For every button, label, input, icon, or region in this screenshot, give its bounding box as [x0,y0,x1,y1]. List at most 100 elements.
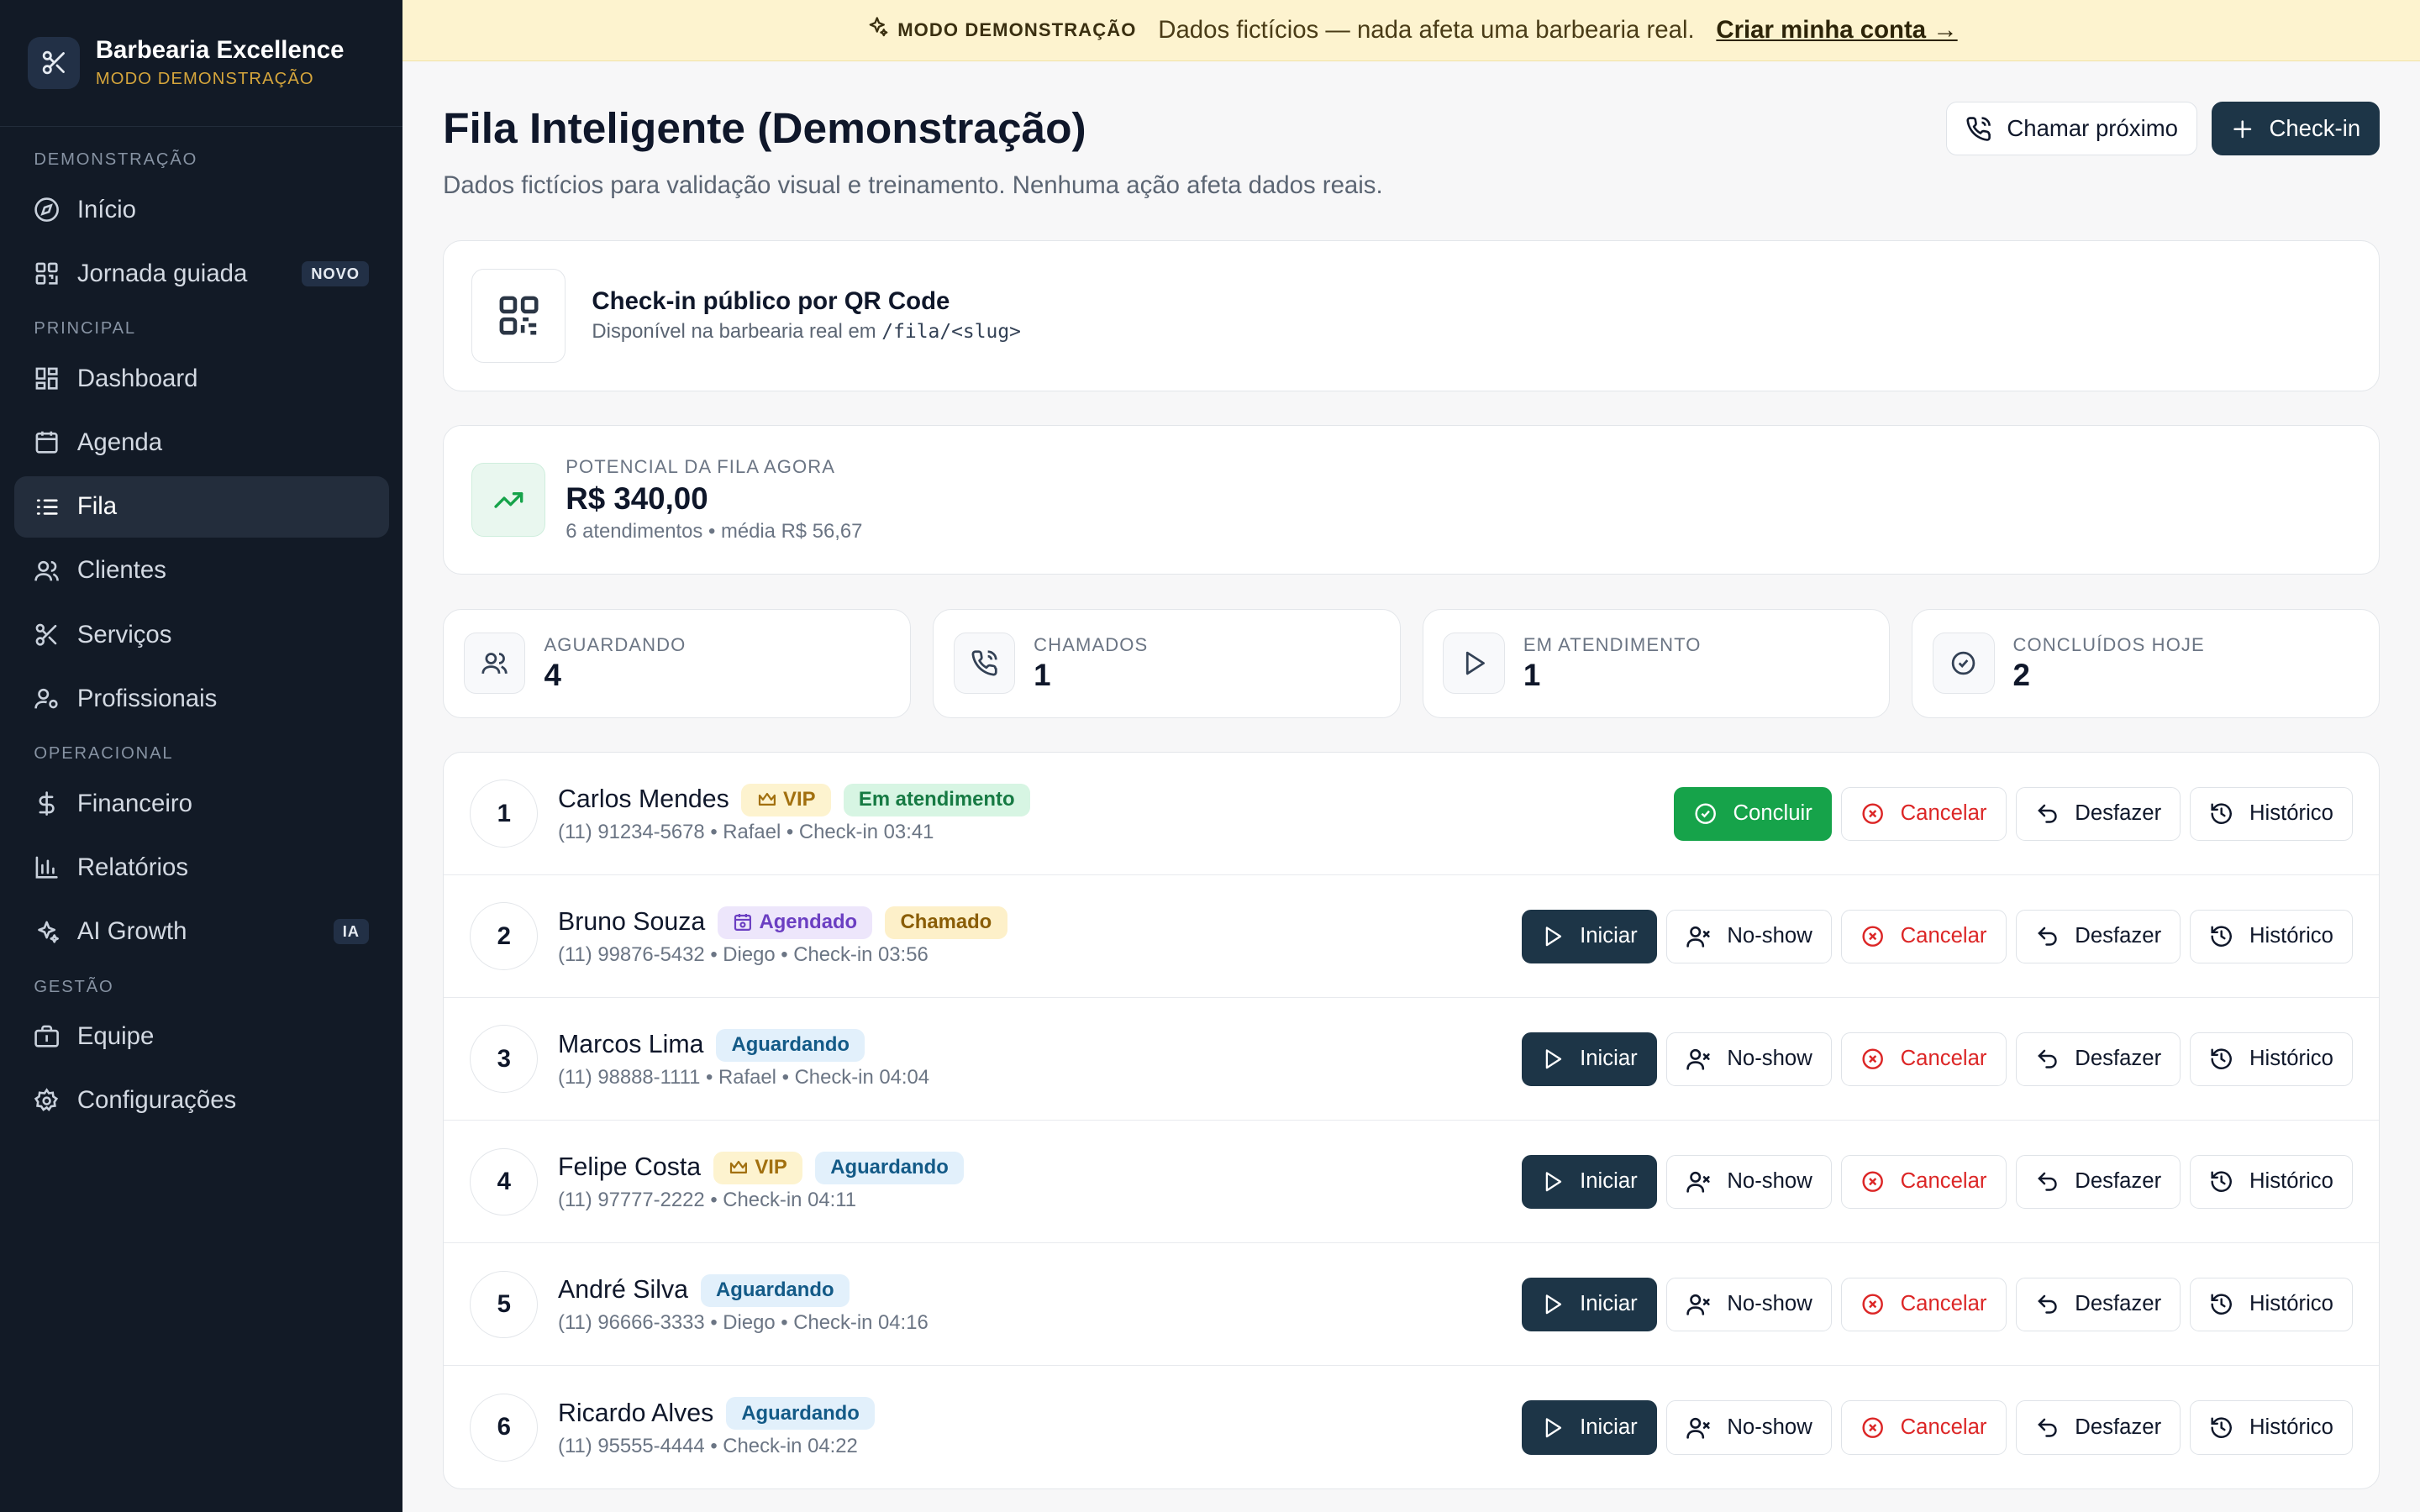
play-icon [1443,633,1505,695]
sidebar-item-label: Serviços [76,620,172,648]
sidebar-item-fila[interactable]: Fila [13,475,389,538]
vip-badge: VIP [741,783,831,816]
undo-label: Desfazer [2075,1292,2162,1316]
sidebar-item-profissionais[interactable]: Profissionais [14,668,389,729]
start-button[interactable]: Iniciar [1522,1154,1657,1210]
undo-label: Desfazer [2075,1047,2162,1071]
history-button[interactable]: Histórico [2190,909,2353,964]
no-show-button[interactable]: No-show [1665,1400,1832,1455]
status-badge: Aguardando [700,1273,850,1307]
history-label: Histórico [2249,1292,2333,1316]
qr-desc: Disponível na barbearia real em [592,320,876,344]
history-button[interactable]: Histórico [2190,1277,2353,1332]
sidebar-item-label: Início [76,195,137,223]
x-circle-icon [1862,1417,1883,1438]
stat-label: CONCLUÍDOS HOJE [2012,633,2205,655]
qr-code-icon [471,268,566,363]
undo-button[interactable]: Desfazer [2015,1154,2181,1210]
call-next-button[interactable]: Chamar próximo [1945,102,2197,156]
cancel-button[interactable]: Cancelar [1840,1277,2007,1332]
gear-icon [34,1087,60,1114]
brand-subtitle: MODO DEMONSTRAÇÃO [95,70,314,89]
sidebar-item-label: Agenda [76,428,163,457]
queue-row: 2 Bruno Souza Agendado Chamado (11) 9987… [444,875,2380,999]
customer-meta: (11) 91234-5678 • Rafael • Check-in 03:4… [558,821,934,844]
undo-icon [2037,1172,2057,1191]
conclude-button[interactable]: Concluir [1673,786,1832,841]
sidebar-item-servicos[interactable]: Serviços [14,604,389,665]
history-button[interactable]: Histórico [2190,786,2353,841]
start-button[interactable]: Iniciar [1522,1032,1657,1087]
start-button[interactable]: Iniciar [1522,1277,1657,1332]
cancel-button[interactable]: Cancelar [1840,1032,2007,1087]
stat-label: CHAMADOS [1034,633,1149,655]
sidebar-item-aigrowth[interactable]: AI Growth IA [14,900,389,962]
sidebar-item-configuracoes[interactable]: Configurações [14,1070,389,1131]
sidebar-item-dashboard[interactable]: Dashboard [14,348,389,409]
cancel-button[interactable]: Cancelar [1840,909,2007,964]
section-demo: DEMONSTRAÇÃO [34,150,198,170]
undo-button[interactable]: Desfazer [2015,1277,2181,1332]
customer-name: Carlos Mendes [558,785,729,814]
history-button[interactable]: Histórico [2190,1400,2353,1455]
sidebar-item-clientes[interactable]: Clientes [14,540,389,601]
vip-badge: VIP [713,1151,803,1184]
brand[interactable]: Barbearia Excellence MODO DEMONSTRAÇÃO [0,0,403,127]
history-icon [2211,1417,2233,1438]
play-icon [1545,1049,1562,1069]
no-show-button[interactable]: No-show [1665,1032,1832,1087]
sidebar-item-label: Jornada guiada [76,259,248,287]
customer-meta: (11) 99876-5432 • Diego • Check-in 03:56 [558,943,929,967]
undo-button[interactable]: Desfazer [2015,1032,2181,1087]
sidebar-item-label: Clientes [76,556,166,585]
sidebar-item-relatorios[interactable]: Relatórios [14,837,389,898]
undo-button[interactable]: Desfazer [2015,1400,2181,1455]
cancel-label: Cancelar [1900,1292,1987,1316]
conclude-label: Concluir [1733,801,1812,826]
potential-label: POTENCIAL DA FILA AGORA [566,456,836,478]
cancel-button[interactable]: Cancelar [1840,1400,2007,1455]
undo-button[interactable]: Desfazer [2015,909,2181,964]
undo-button[interactable]: Desfazer [2015,786,2181,841]
create-account-link[interactable]: Criar minha conta → [1716,16,1957,45]
phone-call-icon [1966,117,1991,141]
cancel-button[interactable]: Cancelar [1840,786,2007,841]
undo-icon [2037,927,2057,946]
history-button[interactable]: Histórico [2190,1154,2353,1210]
no-show-button[interactable]: No-show [1665,909,1832,964]
start-label: Iniciar [1580,1169,1638,1194]
sidebar-item-financeiro[interactable]: Financeiro [14,773,389,834]
queue-row: 1 Carlos Mendes VIP Em atendimento (11) … [444,753,2380,876]
user-x-icon [1686,1172,1710,1193]
potential-card: POTENCIAL DA FILA AGORA R$ 340,00 6 aten… [443,425,2381,575]
checkin-button[interactable]: Check-in [2211,102,2381,156]
no-show-button[interactable]: No-show [1665,1154,1832,1210]
sidebar-nav: DEMONSTRAÇÃO Início Jornada guiada NOVO … [0,127,402,1156]
sidebar-item-label: Dashboard [76,364,198,392]
no-show-button[interactable]: No-show [1665,1277,1832,1332]
sidebar-item-label: Fila [76,492,118,521]
history-icon [2211,803,2233,825]
x-circle-icon [1862,1171,1883,1193]
start-button[interactable]: Iniciar [1522,1400,1657,1455]
brand-name: Barbearia Excellence [95,35,345,64]
check-circle-icon [1695,803,1716,825]
history-label: Histórico [2249,1169,2333,1194]
cancel-button[interactable]: Cancelar [1840,1154,2007,1210]
qr-path: /fila/<slug> [881,321,1021,344]
new-badge: NOVO [302,261,369,286]
sidebar-item-equipe[interactable]: Equipe [14,1005,389,1067]
start-button[interactable]: Iniciar [1522,909,1657,964]
sidebar-item-jornada[interactable]: Jornada guiada NOVO [14,243,389,304]
banner-tag: MODO DEMONSTRAÇÃO [897,19,1137,41]
history-button[interactable]: Histórico [2190,1032,2353,1087]
sidebar: Barbearia Excellence MODO DEMONSTRAÇÃO D… [0,0,403,1512]
play-icon [1545,1294,1562,1315]
cancel-label: Cancelar [1900,801,1987,826]
sidebar-item-label: Equipe [76,1022,155,1051]
qr-checkin-card: Check-in público por QR Code Disponível … [443,239,2381,391]
status-badge: Aguardando [716,1028,865,1062]
call-next-label: Chamar próximo [2007,115,2178,142]
sidebar-item-inicio[interactable]: Início [14,179,389,240]
sidebar-item-agenda[interactable]: Agenda [14,412,389,473]
